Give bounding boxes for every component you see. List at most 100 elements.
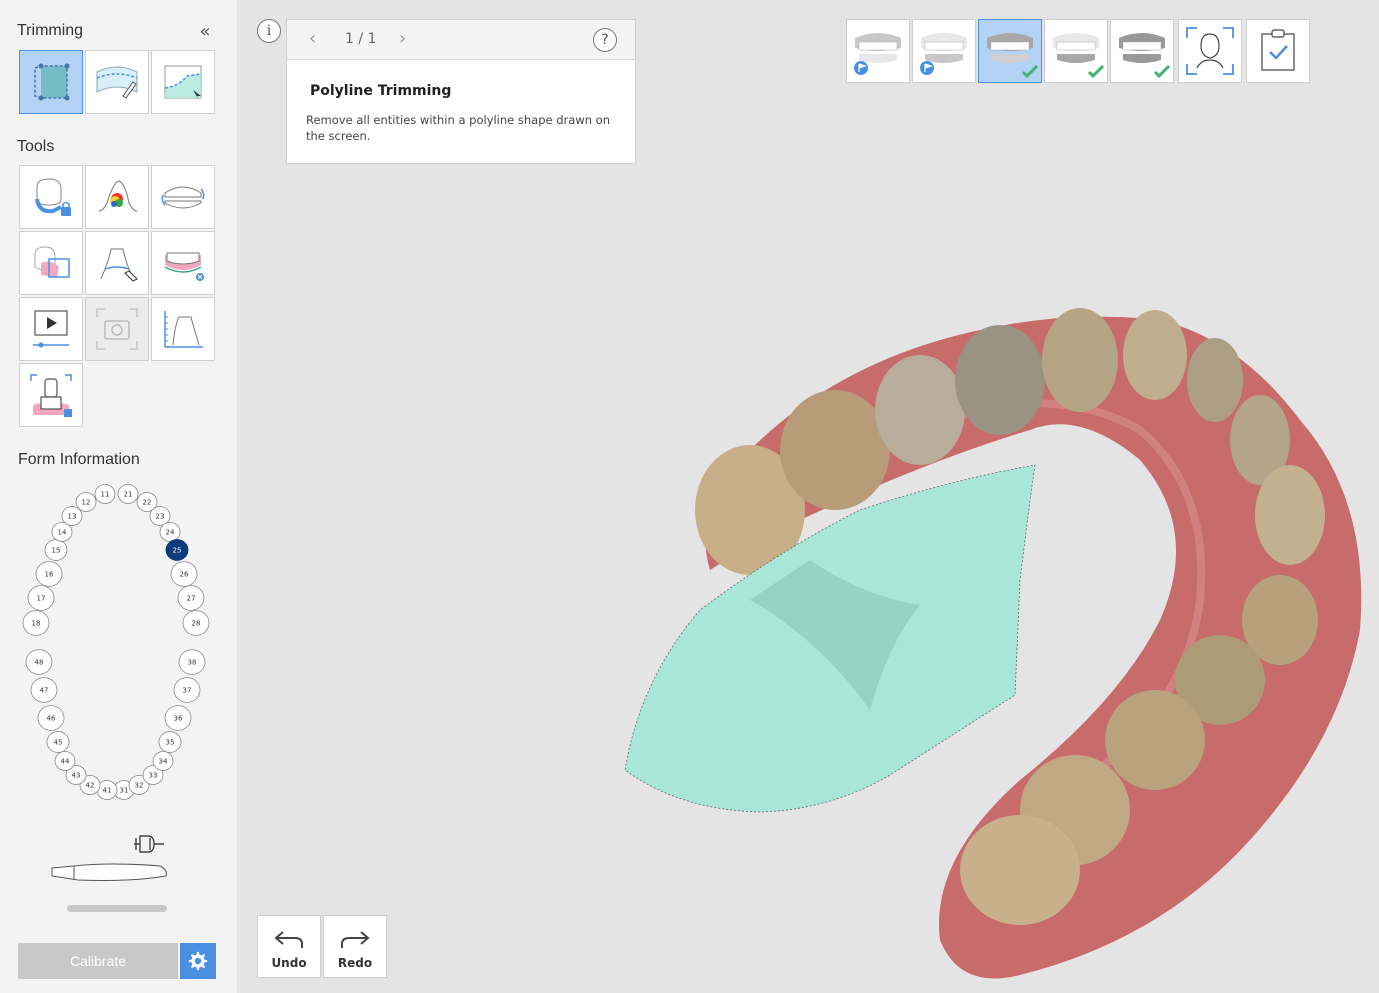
tooth-number: 46 [47, 715, 56, 723]
arch-check-icon [1053, 33, 1105, 79]
tooth-44[interactable]: 44 [54, 751, 76, 771]
tooth-38[interactable]: 38 [178, 649, 206, 675]
arch-check-icon [1119, 33, 1171, 79]
lock-area-button[interactable] [19, 165, 83, 229]
smart-trim-button[interactable] [151, 50, 215, 114]
remove-gingiva-button[interactable] [151, 231, 215, 295]
scan-body-button[interactable] [19, 363, 83, 427]
3d-viewport[interactable] [600, 300, 1379, 993]
stage-maxilla-button[interactable] [846, 19, 910, 83]
tooth-46[interactable]: 46 [37, 705, 65, 731]
overlay-compare-icon [34, 246, 70, 278]
tooth-48[interactable]: 48 [25, 649, 53, 675]
help-icon[interactable]: ? [593, 28, 617, 52]
occlusion-button[interactable] [151, 165, 215, 229]
calibrate-button[interactable]: Calibrate [18, 943, 178, 979]
tooth-number: 12 [82, 499, 91, 507]
info-title: Polyline Trimming [310, 83, 452, 99]
tooth-number: 27 [187, 595, 196, 603]
tooth-number: 45 [54, 739, 63, 747]
tooth-27[interactable]: 27 [177, 585, 205, 611]
tooth-45[interactable]: 45 [46, 731, 70, 753]
margin-line-button[interactable] [85, 231, 149, 295]
tooth-35[interactable]: 35 [158, 731, 182, 753]
smart-trim-icon [164, 65, 202, 100]
tooth-number: 34 [159, 758, 168, 766]
tooth-number: 32 [135, 782, 144, 790]
tooth-24[interactable]: 24 [159, 522, 181, 542]
tooth-17[interactable]: 17 [27, 585, 55, 611]
tooth-11[interactable]: 11 [94, 484, 116, 504]
tooth-34[interactable]: 34 [152, 751, 174, 771]
playback-button[interactable] [19, 297, 83, 361]
tooth-number: 28 [192, 620, 201, 628]
margin-pen-icon [100, 248, 138, 282]
tooth-number: 43 [72, 772, 81, 780]
lower-arch-flag-icon [920, 33, 967, 75]
tooth-21[interactable]: 21 [117, 484, 139, 504]
capture-button[interactable] [85, 297, 149, 361]
arch-check-icon [987, 33, 1039, 79]
tooth-number: 15 [52, 547, 61, 555]
settings-button[interactable] [180, 943, 216, 979]
video-playback-icon [33, 310, 69, 348]
form-information-title: Form Information [18, 451, 140, 468]
tooth-number: 41 [103, 787, 112, 795]
arch-remove-icon [164, 252, 204, 281]
info-panel: ‹ 1 / 1 › ? Polyline Trimming Remove all… [286, 19, 636, 164]
scanbody-icon [30, 374, 72, 417]
tooth-12[interactable]: 12 [75, 492, 97, 512]
tooth-number: 17 [37, 595, 46, 603]
polyline-trim-button[interactable] [19, 50, 83, 114]
tooth-15[interactable]: 15 [44, 539, 68, 561]
info-icon[interactable]: i [257, 19, 281, 43]
upper-arch-flag-icon [854, 33, 901, 75]
color-analysis-icon [98, 180, 138, 212]
stage-face-scan-button[interactable] [1178, 19, 1242, 83]
next-page-icon[interactable]: › [399, 28, 406, 49]
stage-mandible-button[interactable] [912, 19, 976, 83]
tooth-37[interactable]: 37 [173, 677, 201, 703]
tooth-number: 36 [174, 715, 183, 723]
tooth-number: 37 [183, 687, 192, 695]
undo-label: Undo [271, 956, 307, 970]
connection-progress-bar [67, 905, 167, 912]
tooth-number: 35 [166, 739, 175, 747]
brush-trim-icon [96, 66, 138, 99]
tooth-26[interactable]: 26 [170, 561, 198, 587]
stage-complete-button[interactable] [1246, 19, 1310, 83]
redo-button[interactable]: Redo [323, 915, 387, 978]
tooth-13[interactable]: 13 [61, 506, 83, 526]
tooth-28[interactable]: 28 [182, 610, 210, 636]
connector-icon [134, 835, 164, 853]
info-panel-header: ‹ 1 / 1 › ? [287, 20, 635, 60]
stage-lower-check-button[interactable] [1044, 19, 1108, 83]
tooth-number: 38 [188, 659, 197, 667]
page-indicator: 1 / 1 [345, 31, 377, 47]
tooth-number: 22 [143, 499, 152, 507]
overlay-compare-button[interactable] [19, 231, 83, 295]
color-analysis-button[interactable] [85, 165, 149, 229]
arch-rotate-icon [161, 186, 205, 209]
tooth-chart: 18 17 16 15 1413 12 11 21 22 2324 25 26 27 28 31 32 3334… [22, 484, 210, 800]
brush-trim-button[interactable] [85, 50, 149, 114]
tooth-number: 24 [166, 529, 175, 537]
tooth-36[interactable]: 36 [164, 705, 192, 731]
tooth-number: 48 [35, 659, 44, 667]
prev-page-icon[interactable]: ‹ [309, 28, 316, 49]
gear-icon [188, 951, 208, 971]
tooth-number: 42 [86, 782, 95, 790]
tooth-lock-icon [35, 178, 71, 216]
stage-trim-button[interactable] [978, 19, 1042, 83]
tooth-16[interactable]: 16 [35, 561, 63, 587]
measure-button[interactable] [151, 297, 215, 361]
tooth-25[interactable]: 25 [165, 539, 189, 561]
redo-label: Redo [337, 956, 373, 970]
undo-button[interactable]: Undo [257, 915, 321, 978]
collapse-sidebar-icon[interactable]: « [194, 22, 216, 42]
tooth-18[interactable]: 18 [22, 610, 50, 636]
tooth-47[interactable]: 47 [30, 677, 58, 703]
tooth-number: 33 [149, 772, 158, 780]
stage-occlusion-check-button[interactable] [1110, 19, 1174, 83]
tooth-number: 26 [180, 571, 189, 579]
